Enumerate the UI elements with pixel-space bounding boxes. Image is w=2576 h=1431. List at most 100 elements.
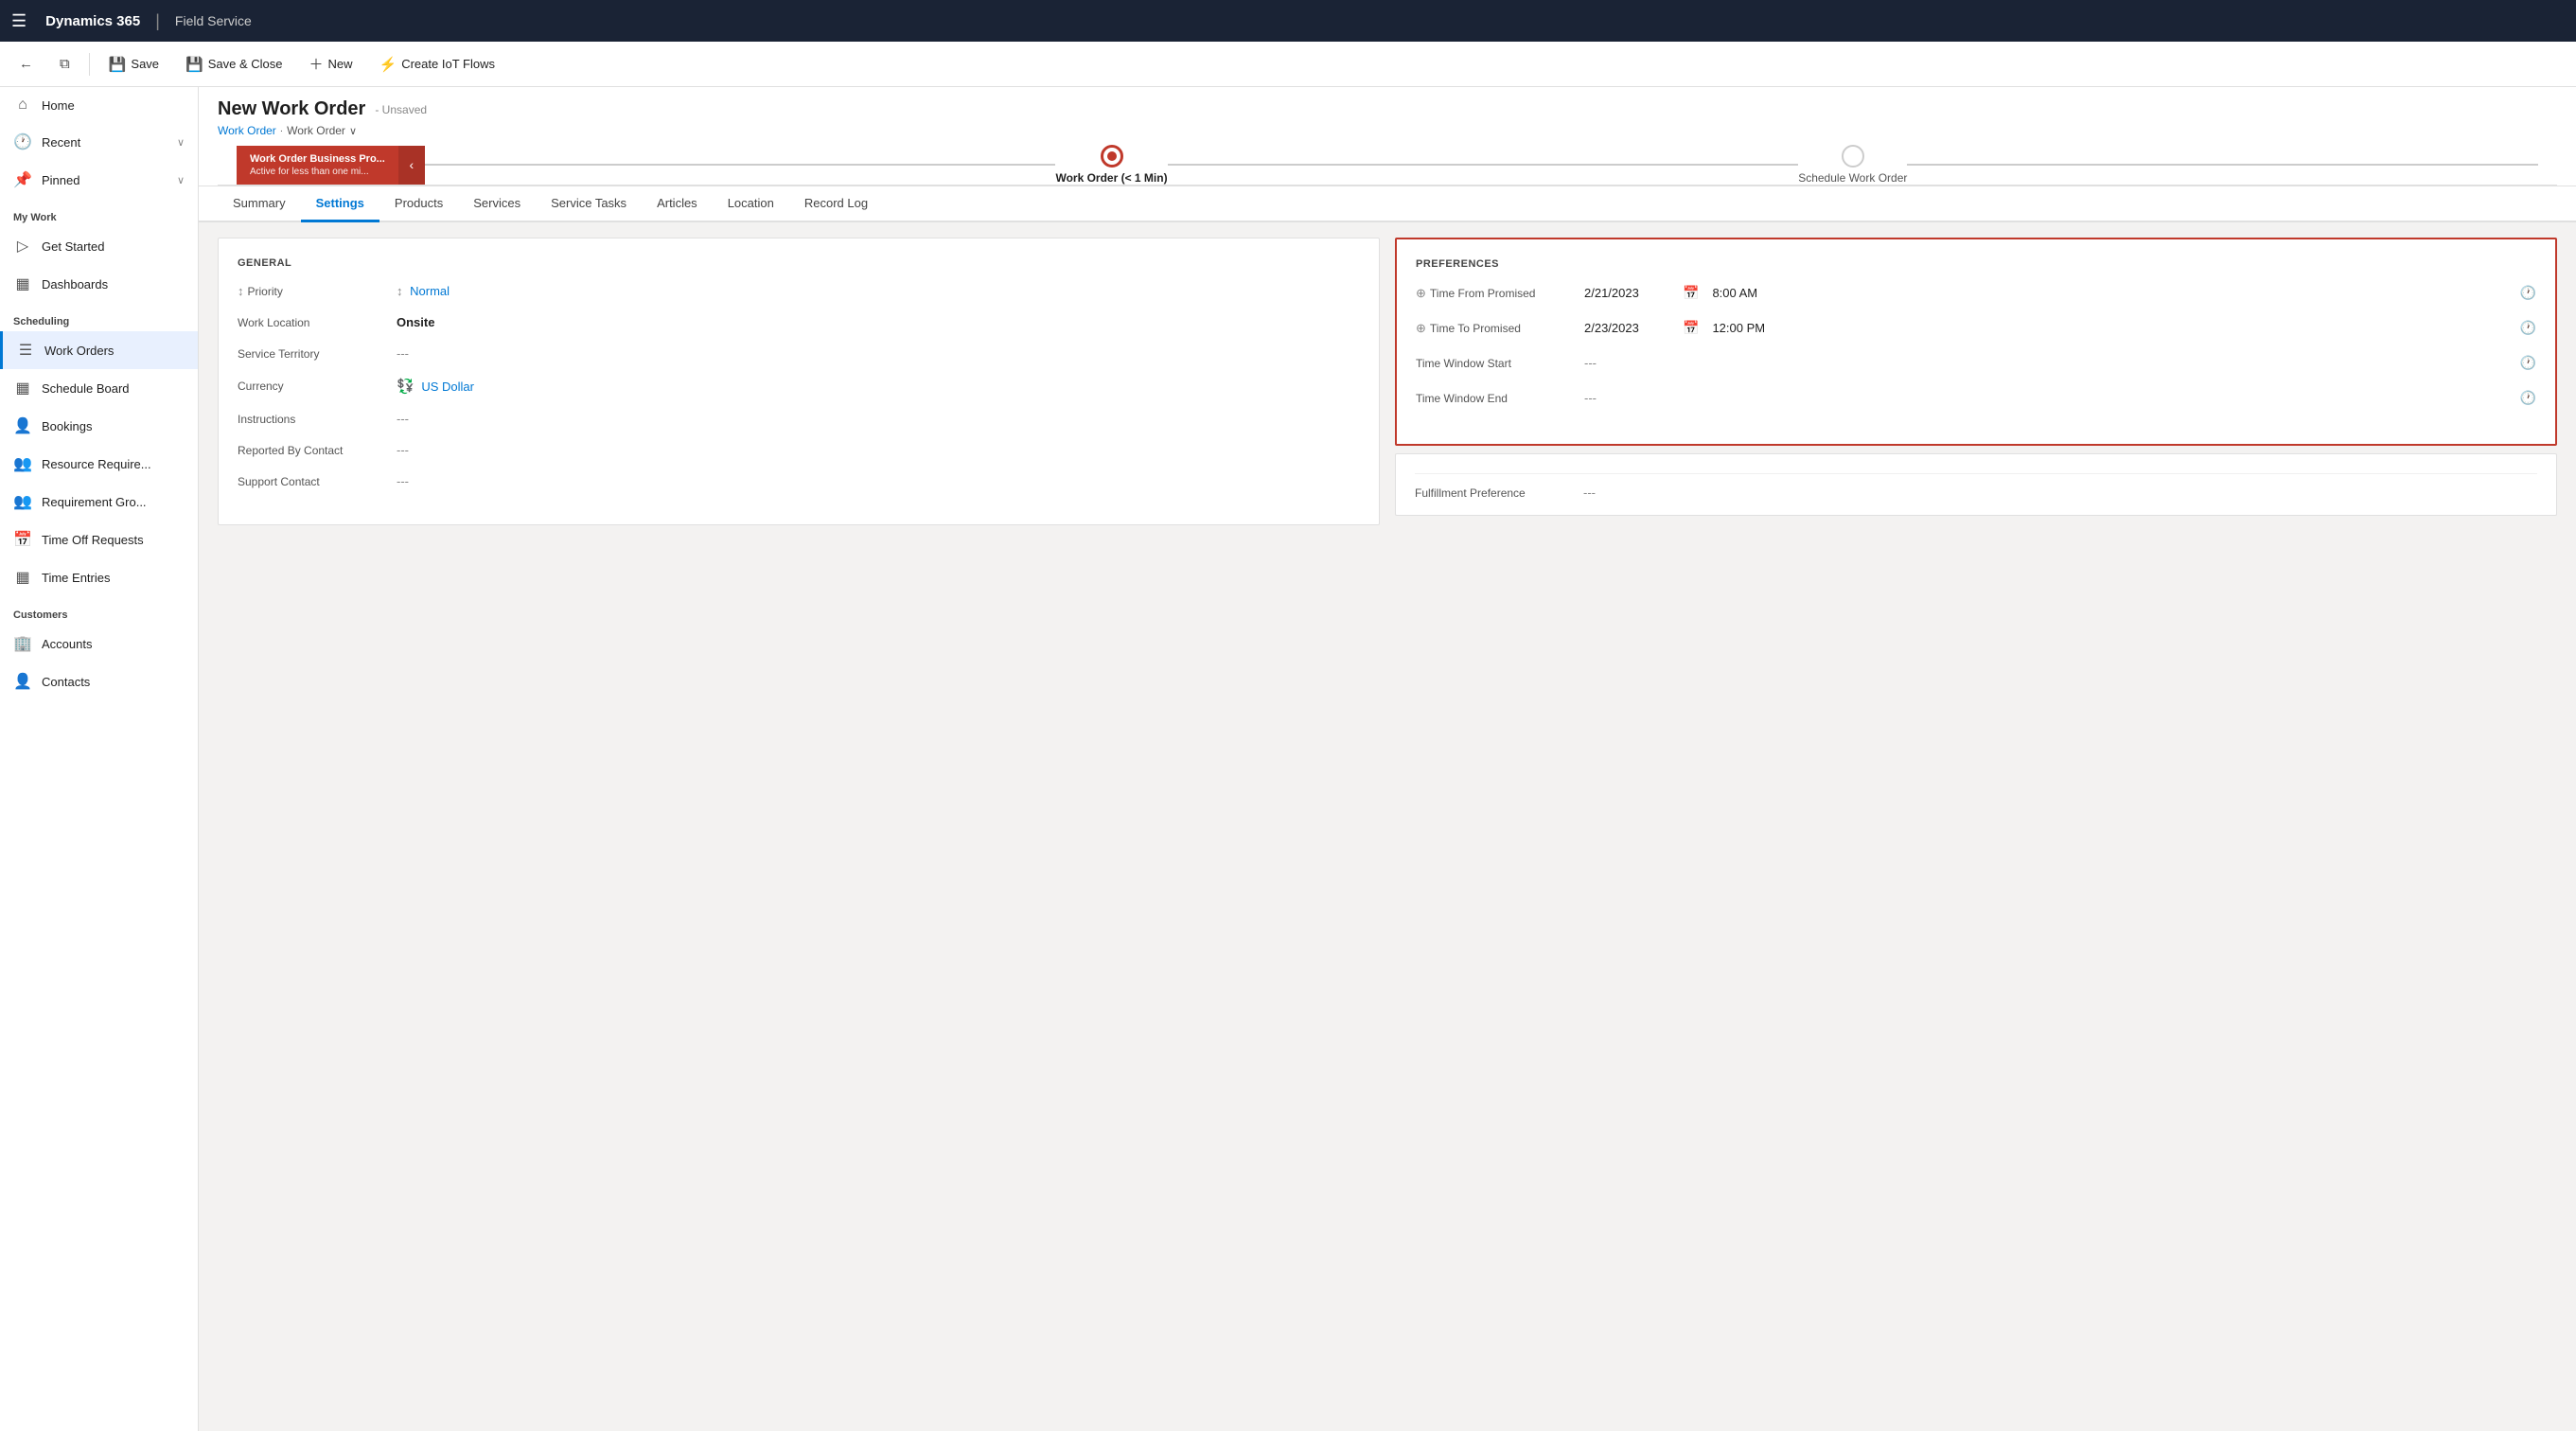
top-navigation: ☰ Dynamics 365 | Field Service [0,0,2576,42]
new-button[interactable]: ＋ New [298,48,364,80]
clock-icon-to[interactable]: 🕐 [2520,320,2536,336]
time-to-time[interactable]: 12:00 PM [1712,321,2512,335]
work-location-value: Onsite [397,315,1360,329]
time-window-start-label: Time Window Start [1416,357,1577,370]
sidebar-item-contacts[interactable]: 👤 Contacts [0,662,198,700]
sidebar-item-time-off[interactable]: 📅 Time Off Requests [0,521,198,558]
clock-icon-window-start[interactable]: 🕐 [2520,355,2536,371]
time-from-time[interactable]: 8:00 AM [1712,286,2512,300]
home-icon: ⌂ [13,97,32,114]
sidebar-item-recent[interactable]: 🕐 Recent ∨ [0,123,198,161]
support-contact-row: Support Contact --- [238,474,1360,488]
step-1-label: Work Order (< 1 Min) [1055,171,1167,185]
tab-location[interactable]: Location [713,186,789,222]
sidebar-item-bookings[interactable]: 👤 Bookings [0,407,198,445]
req-group-icon: 👥 [13,492,32,511]
save-icon: 💾 [109,56,127,73]
service-territory-row: Service Territory --- [238,346,1360,361]
iot-flows-button[interactable]: ⚡ Create IoT Flows [368,50,506,79]
breadcrumb-divider: · [280,126,283,136]
calendar-icon-to[interactable]: 📅 [1683,320,1699,336]
tab-record-log[interactable]: Record Log [789,186,883,222]
content-area: New Work Order - Unsaved Work Order · Wo… [199,87,2576,1431]
tab-summary[interactable]: Summary [218,186,301,222]
work-location-label: Work Location [238,316,389,329]
currency-label: Currency [238,380,389,393]
pin-icon: 📌 [13,170,32,189]
step-1-circle [1101,145,1123,168]
fulfillment-label: Fulfillment Preference [1415,486,1576,500]
step-2-label: Schedule Work Order [1798,171,1907,185]
time-to-promised-row: ⊕ Time To Promised 2/23/2023 📅 12:00 PM … [1416,320,2536,336]
clock-icon-from[interactable]: 🕐 [2520,285,2536,301]
time-to-promised-label: ⊕ Time To Promised [1416,321,1577,336]
hamburger-menu[interactable]: ☰ [11,11,26,31]
step-1-inner [1107,151,1117,161]
work-orders-icon: ☰ [16,341,35,360]
back-button[interactable]: ← [8,50,44,78]
sidebar-item-get-started[interactable]: ▷ Get Started [0,227,198,265]
priority-row: ↕ Priority ↕ Normal [238,284,1360,298]
time-window-end-label: Time Window End [1416,392,1577,405]
breadcrumb-item-1[interactable]: Work Order [218,124,276,137]
time-window-end-value[interactable]: --- [1584,391,2513,405]
instructions-row: Instructions --- [238,412,1360,426]
general-section: GENERAL ↕ Priority ↕ Normal [218,238,1380,525]
currency-value[interactable]: 💱 US Dollar [397,378,1360,395]
sidebar-item-home[interactable]: ⌂ Home [0,87,198,123]
tab-service-tasks[interactable]: Service Tasks [536,186,642,222]
command-bar: ← ⧉ 💾 Save 💾 Save & Close ＋ New ⚡ Create… [0,42,2576,87]
tab-settings[interactable]: Settings [301,186,379,222]
sidebar-item-work-orders[interactable]: ☰ Work Orders [0,331,198,369]
sidebar-item-dashboards[interactable]: ▦ Dashboards [0,265,198,303]
reported-by-value[interactable]: --- [397,443,1360,457]
calendar-icon-from[interactable]: 📅 [1683,285,1699,301]
sidebar-item-pinned[interactable]: 📌 Pinned ∨ [0,161,198,199]
save-close-button[interactable]: 💾 Save & Close [174,50,293,79]
support-contact-value[interactable]: --- [397,474,1360,488]
time-window-start-value[interactable]: --- [1584,356,2513,370]
popout-icon: ⧉ [60,56,70,72]
sidebar-item-schedule-board[interactable]: ▦ Schedule Board [0,369,198,407]
popout-button[interactable]: ⧉ [48,50,81,78]
sidebar-item-time-entries[interactable]: ▦ Time Entries [0,558,198,596]
sidebar-item-accounts[interactable]: 🏢 Accounts [0,625,198,662]
save-button[interactable]: 💾 Save [97,50,170,79]
schedule-board-icon: ▦ [13,379,32,398]
my-work-section: My Work [0,199,198,227]
steps-wrapper: Work Order (< 1 Min) Schedule Work Order [425,145,2538,185]
time-from-promised-label: ⊕ Time From Promised [1416,286,1577,301]
sidebar-item-resource-req[interactable]: 👥 Resource Require... [0,445,198,483]
resource-req-icon: 👥 [13,454,32,473]
step-2-circle [1842,145,1864,168]
step-line-left [425,164,1056,166]
general-title: GENERAL [238,257,1360,269]
fulfillment-value[interactable]: --- [1583,486,2537,500]
app-brand: Dynamics 365 [45,13,140,29]
bookings-icon: 👤 [13,416,32,435]
sidebar-item-req-group[interactable]: 👥 Requirement Gro... [0,483,198,521]
instructions-value[interactable]: --- [397,412,1360,426]
time-off-icon: 📅 [13,530,32,549]
priority-value[interactable]: ↕ Normal [397,284,1360,298]
priority-icon: ↕ [238,284,244,298]
clock-icon-window-end[interactable]: 🕐 [2520,390,2536,406]
service-territory-value[interactable]: --- [397,346,1360,361]
tab-services[interactable]: Services [458,186,536,222]
step-collapse-button[interactable]: ‹ [398,146,425,185]
main-layout: ⌂ Home 🕐 Recent ∨ 📌 Pinned ∨ My Work ▷ G… [0,87,2576,1431]
currency-icon: 💱 [397,379,415,395]
reported-by-row: Reported By Contact --- [238,443,1360,457]
page-title: New Work Order [218,98,365,120]
tab-articles[interactable]: Articles [642,186,713,222]
preferences-title: PREFERENCES [1416,258,2536,270]
get-started-icon: ▷ [13,237,32,256]
time-from-date[interactable]: 2/21/2023 [1584,286,1669,300]
dashboards-icon: ▦ [13,274,32,293]
time-to-date[interactable]: 2/23/2023 [1584,321,1669,335]
preferences-section: PREFERENCES ⊕ Time From Promised 2/21/20… [1395,238,2557,525]
back-icon: ← [19,56,33,72]
recent-icon: 🕐 [13,132,32,151]
tab-products[interactable]: Products [379,186,458,222]
breadcrumb-item-2[interactable]: Work Order [287,124,345,137]
